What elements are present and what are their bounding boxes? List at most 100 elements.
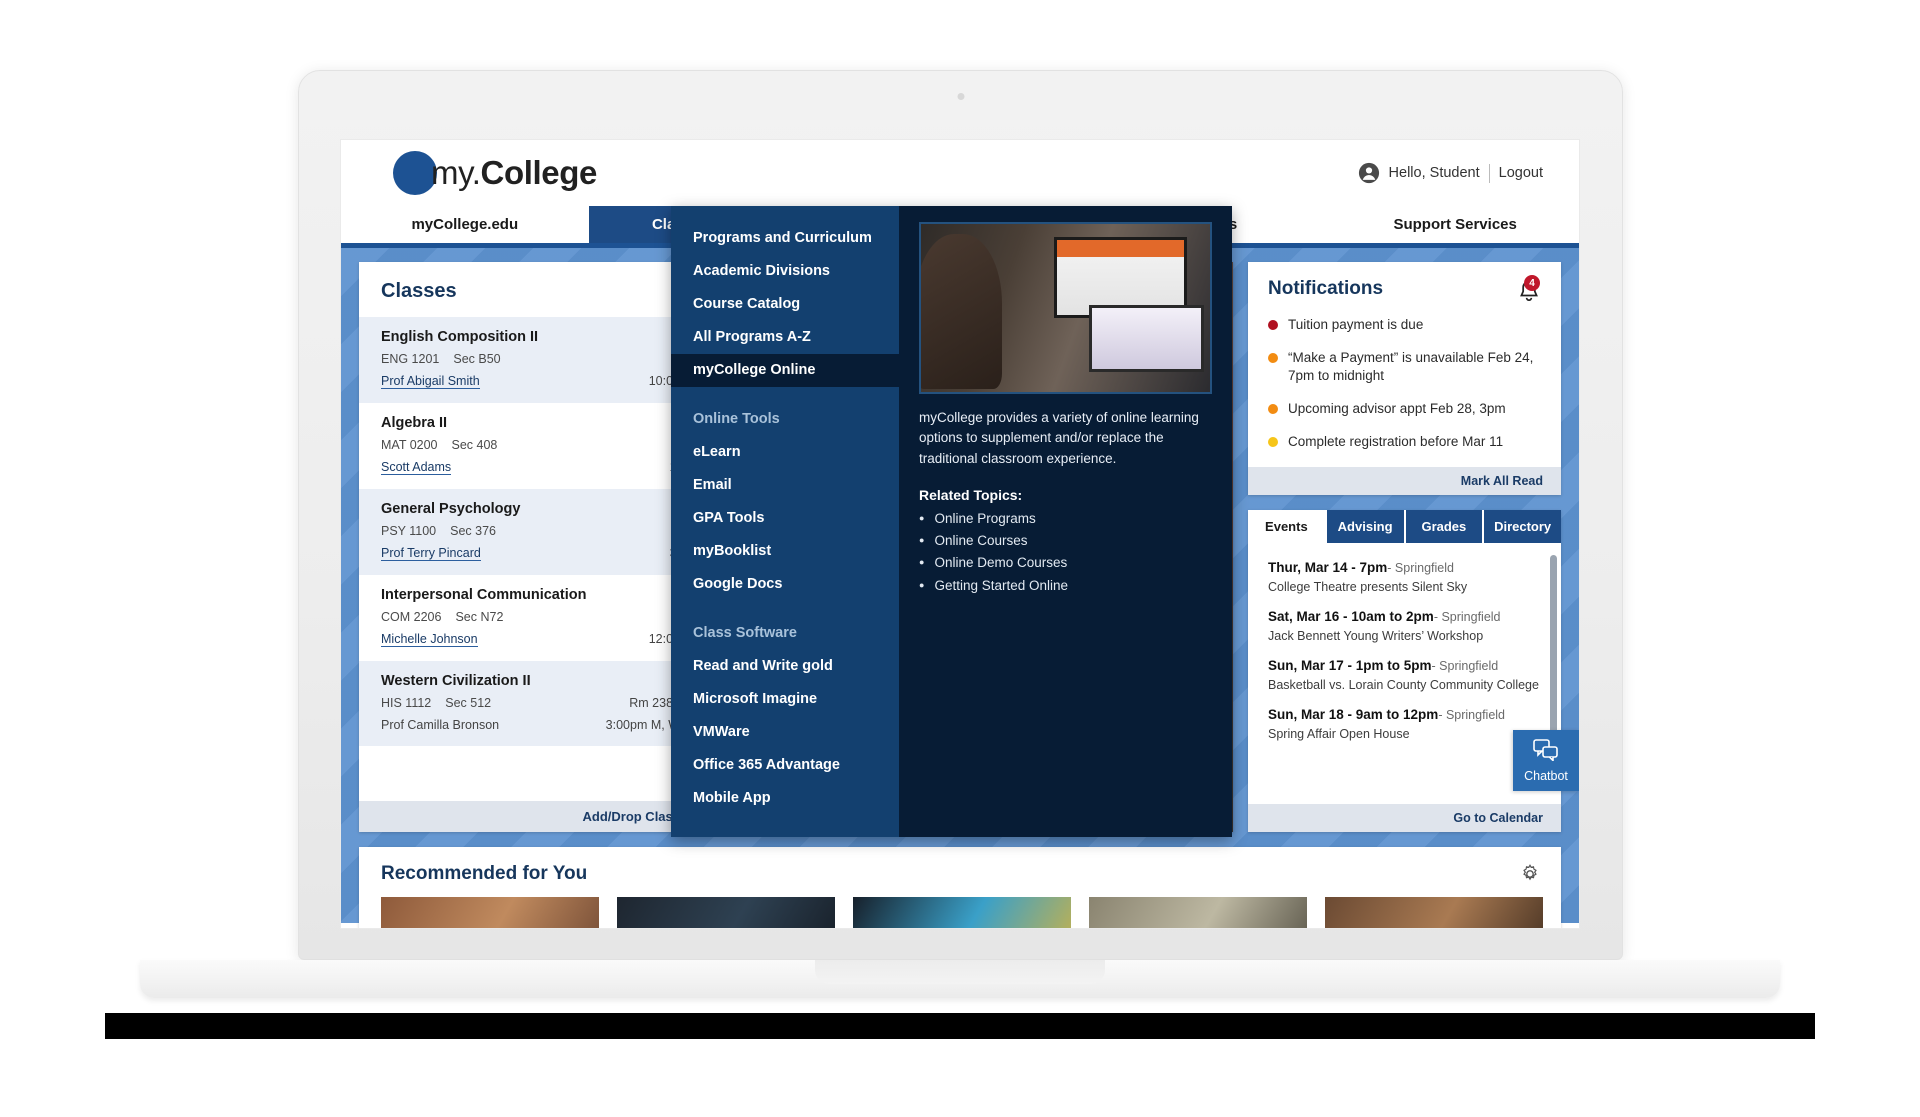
- dropdown-item-mycollege-online[interactable]: myCollege Online: [671, 354, 899, 388]
- recommended-tile[interactable]: [381, 897, 599, 928]
- notifications-title: Notifications: [1268, 278, 1384, 299]
- dropdown-spacer: [671, 387, 899, 403]
- dropdown-spacer: [671, 601, 899, 617]
- class-name: English Composition II: [381, 329, 539, 345]
- nav-item-mycollege-edu[interactable]: myCollege.edu: [341, 206, 589, 243]
- class-row[interactable]: Algebra II MAT 0200 Sec 408 Scott Adams 1…: [359, 403, 702, 489]
- dropdown-item-google-docs[interactable]: Google Docs: [671, 568, 899, 601]
- dropdown-item-academic-divisions[interactable]: Academic Divisions: [671, 255, 899, 288]
- dropdown-item-gpa-tools[interactable]: GPA Tools: [671, 502, 899, 535]
- related-topic-online-courses[interactable]: Online Courses: [919, 533, 1212, 548]
- recommended-tile[interactable]: [1089, 897, 1307, 928]
- class-row[interactable]: English Composition II ENG 1201 Sec B50 P…: [359, 317, 702, 403]
- dropdown-item-read-and-write-gold[interactable]: Read and Write gold: [671, 650, 899, 683]
- class-section-value: Sec B50: [453, 352, 501, 366]
- notification-item[interactable]: Complete registration before Mar 11: [1268, 433, 1543, 452]
- tab-directory[interactable]: Directory: [1484, 510, 1561, 544]
- event-item[interactable]: Thur, Mar 14 - 7pm- Springfield College …: [1268, 559, 1541, 594]
- event-header: Sat, Mar 16 - 10am to 2pm- Springfield: [1268, 608, 1541, 626]
- logout-link[interactable]: Logout: [1499, 165, 1543, 181]
- instructor-link[interactable]: Prof Abigail Smith: [381, 374, 480, 389]
- classes-card: Classes English Composition II ENG 1201 S…: [359, 262, 702, 832]
- class-name: Interpersonal Communication: [381, 587, 587, 603]
- status-dot: [1268, 320, 1278, 330]
- instructor-link[interactable]: Scott Adams: [381, 460, 452, 475]
- recommended-tiles: [359, 897, 1561, 928]
- class-name: General Psychology: [381, 501, 521, 517]
- tab-advising[interactable]: Advising: [1326, 510, 1404, 544]
- photo-monitor-bar: [1056, 240, 1184, 257]
- event-location: - Springfield: [1438, 708, 1506, 723]
- nav-item-support-services[interactable]: Support Services: [1331, 206, 1579, 243]
- recommended-tile[interactable]: [617, 897, 835, 928]
- event-item[interactable]: Sat, Mar 16 - 10am to 2pm- Springfield J…: [1268, 608, 1541, 643]
- dropdown-item-course-catalog[interactable]: Course Catalog: [671, 288, 899, 321]
- event-location: - Springfield: [1387, 561, 1454, 576]
- add-drop-class-link[interactable]: Add/Drop Class: [359, 801, 702, 832]
- notification-item[interactable]: Upcoming advisor appt Feb 28, 3pm: [1268, 400, 1543, 419]
- instructor-link[interactable]: Michelle Johnson: [381, 632, 478, 647]
- instructor-link[interactable]: Prof Terry Pincard: [381, 546, 481, 561]
- brand-logo[interactable]: my.College: [393, 151, 597, 195]
- events-scrollbar[interactable]: [1550, 555, 1557, 756]
- class-time: 3:00pm M, W: [605, 718, 680, 732]
- dropdown-item-microsoft-imagine[interactable]: Microsoft Imagine: [671, 683, 899, 716]
- photo-laptop: [1088, 304, 1205, 372]
- tab-events[interactable]: Events: [1248, 510, 1325, 544]
- event-header: Sun, Mar 18 - 9am to 12pm- Springfield: [1268, 706, 1541, 724]
- class-footer: Prof Abigail Smith 10:00: [381, 374, 680, 389]
- class-footer: Scott Adams 1:: [381, 460, 680, 475]
- dropdown-item-programs-and-curriculum[interactable]: Programs and Curriculum: [671, 222, 899, 255]
- event-description: College Theatre presents Silent Sky: [1268, 580, 1468, 595]
- recommended-tile[interactable]: [853, 897, 1071, 928]
- event-description: Basketball vs. Lorain County Community C…: [1268, 678, 1539, 693]
- dropdown-item-elearn[interactable]: eLearn: [671, 436, 899, 469]
- panel-tabs: Events Advising Grades Directory: [1248, 510, 1561, 544]
- dropdown-item-vmware[interactable]: VMWare: [671, 716, 899, 749]
- related-topic-getting-started-online[interactable]: Getting Started Online: [919, 578, 1212, 593]
- event-item[interactable]: Sun, Mar 18 - 9am to 12pm- Springfield S…: [1268, 706, 1541, 741]
- dropdown-item-all-programs-a-z[interactable]: All Programs A-Z: [671, 321, 899, 354]
- tab-grades[interactable]: Grades: [1405, 510, 1483, 544]
- related-topic-online-demo-courses[interactable]: Online Demo Courses: [919, 555, 1212, 570]
- notification-text: Tuition payment is due: [1288, 317, 1424, 332]
- class-code: PSY 1100 Sec 376: [381, 524, 680, 538]
- class-row[interactable]: Western Civilization II HIS 1112 Sec 512 …: [359, 661, 702, 746]
- instructor-link[interactable]: Prof Camilla Bronson: [381, 718, 499, 732]
- event-description: Spring Affair Open House: [1268, 727, 1410, 742]
- classes-title: Classes: [381, 280, 457, 302]
- event-item[interactable]: Sun, Mar 17 - 1pm to 5pm- Springfield Ba…: [1268, 657, 1541, 692]
- notification-item[interactable]: Tuition payment is due: [1268, 316, 1543, 335]
- gear-icon[interactable]: [1519, 863, 1541, 885]
- chatbot-button[interactable]: Chatbot: [1513, 730, 1579, 791]
- site-header: my.College Hello, Student Logout: [341, 140, 1579, 206]
- class-row[interactable]: General Psychology PSY 1100 Sec 376 Prof …: [359, 489, 702, 575]
- status-dot: [1268, 436, 1278, 447]
- dropdown-item-office-365-advantage[interactable]: Office 365 Advantage: [671, 749, 899, 782]
- notification-text: Complete registration before Mar 11: [1288, 433, 1504, 449]
- go-to-calendar-link[interactable]: Go to Calendar: [1248, 804, 1561, 832]
- dropdown-description: myCollege provides a variety of online l…: [919, 410, 1199, 466]
- event-when: Sun, Mar 17 - 1pm to 5pm: [1268, 658, 1432, 674]
- class-name: Western Civilization II: [381, 673, 531, 689]
- brand-text: my.College: [431, 154, 597, 192]
- brand-college: College: [480, 154, 598, 191]
- event-location: - Springfield: [1431, 659, 1499, 674]
- class-footer: Michelle Johnson 12:00: [381, 632, 680, 647]
- class-row[interactable]: Interpersonal Communication COM 2206 Sec …: [359, 575, 702, 661]
- notifications-bell[interactable]: 4: [1515, 275, 1543, 306]
- notification-item[interactable]: “Make a Payment” is unavailable Feb 24, …: [1268, 349, 1543, 386]
- event-when: Sat, Mar 16 - 10am to 2pm: [1268, 609, 1434, 625]
- related-topic-online-programs[interactable]: Online Programs: [919, 511, 1212, 526]
- dropdown-item-email[interactable]: Email: [671, 469, 899, 502]
- notifications-header: Notifications 4: [1248, 262, 1561, 312]
- dropdown-item-mobile-app[interactable]: Mobile App: [671, 782, 899, 815]
- dropdown-item-mybooklist[interactable]: myBooklist: [671, 535, 899, 568]
- class-code-value: COM 2206: [381, 610, 442, 624]
- notification-text: “Make a Payment” is unavailable Feb 24, …: [1288, 349, 1534, 384]
- recommended-tile[interactable]: [1325, 897, 1543, 928]
- class-resources-dropdown: Programs and Curriculum Academic Divisio…: [671, 206, 1232, 838]
- mark-all-read-link[interactable]: Mark All Read: [1248, 467, 1561, 496]
- class-code-value: PSY 1100: [381, 524, 437, 538]
- event-header: Thur, Mar 14 - 7pm- Springfield: [1268, 559, 1541, 577]
